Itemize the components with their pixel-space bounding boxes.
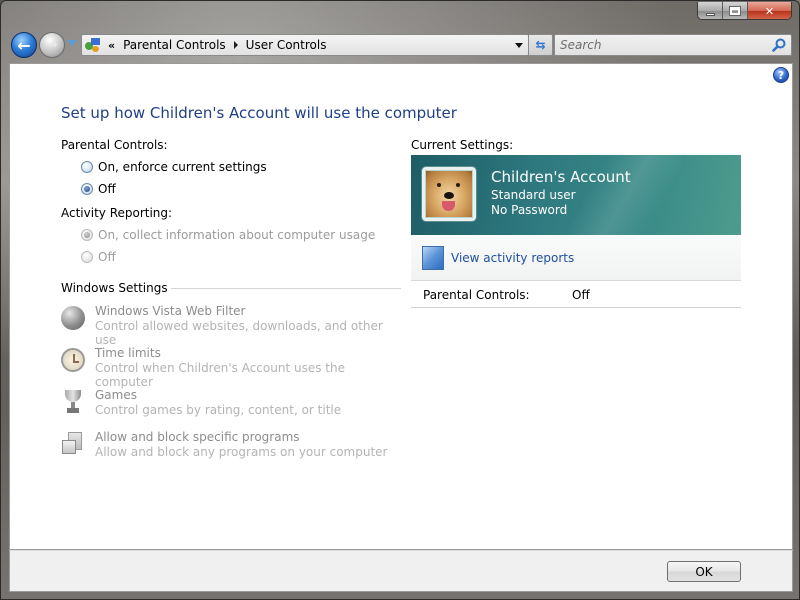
close-icon: ✕ xyxy=(764,4,775,18)
parental-controls-label: Parental Controls: xyxy=(61,138,168,152)
parental-controls-status-row: Parental Controls: Off xyxy=(411,282,741,308)
setting-title: Allow and block specific programs xyxy=(95,430,300,444)
globe-icon xyxy=(61,306,85,330)
forward-arrow-icon: → xyxy=(46,37,58,53)
setting-title: Windows Vista Web Filter xyxy=(95,304,246,318)
report-notebook-icon xyxy=(422,246,444,270)
recent-pages-dropdown[interactable] xyxy=(67,40,77,46)
setting-games: Games Control games by rating, content, … xyxy=(61,388,401,424)
setting-description: Control games by rating, content, or tit… xyxy=(95,403,342,417)
refresh-button[interactable]: ⇆ xyxy=(529,34,553,56)
radio-label: On, collect information about computer u… xyxy=(98,228,376,242)
programs-icon xyxy=(61,432,85,456)
help-icon[interactable]: ? xyxy=(773,67,789,83)
windows-settings-header: Windows Settings xyxy=(61,281,401,295)
account-card: Children's Account Standard user No Pass… xyxy=(411,155,741,235)
close-button[interactable]: ✕ xyxy=(748,2,791,19)
divider xyxy=(170,287,401,289)
status-value: Off xyxy=(572,288,590,302)
activity-reporting-label: Activity Reporting: xyxy=(61,206,173,220)
maximize-button[interactable] xyxy=(723,2,748,19)
radio-button[interactable] xyxy=(81,161,93,173)
parental-controls-off-option[interactable]: Off xyxy=(81,182,116,196)
setting-programs: Allow and block specific programs Allow … xyxy=(61,430,401,466)
setting-web-filter: Windows Vista Web Filter Control allowed… xyxy=(61,304,401,347)
button-bar: OK xyxy=(9,550,793,592)
search-icon[interactable] xyxy=(772,38,786,52)
caption-buttons: ✕ xyxy=(697,2,792,20)
setting-title: Time limits xyxy=(95,346,161,360)
avatar xyxy=(422,167,476,221)
setting-description: Allow and block any programs on your com… xyxy=(95,445,388,459)
radio-button[interactable] xyxy=(81,183,93,195)
radio-button xyxy=(81,251,93,263)
control-panel-icon xyxy=(84,36,102,54)
search-input[interactable] xyxy=(555,35,755,55)
setting-title: Games xyxy=(95,388,137,402)
breadcrumb-separator-icon[interactable] xyxy=(233,41,238,49)
status-label: Parental Controls: xyxy=(423,288,530,302)
trophy-icon xyxy=(61,390,85,414)
setting-time-limits: Time limits Control when Children's Acco… xyxy=(61,346,401,389)
account-type: Standard user xyxy=(491,188,576,202)
current-settings-label: Current Settings: xyxy=(411,138,514,152)
back-arrow-icon: ← xyxy=(17,35,31,55)
radio-label: Off xyxy=(98,182,116,196)
window-frame: ✕ ← → « Parental Controls User Controls … xyxy=(0,0,800,600)
setting-description: Control allowed websites, downloads, and… xyxy=(95,319,383,347)
refresh-icon: ⇆ xyxy=(535,38,546,52)
password-status: No Password xyxy=(491,203,568,217)
windows-settings-title: Windows Settings xyxy=(61,281,168,295)
search-box[interactable] xyxy=(554,34,792,56)
page-title: Set up how Children's Account will use t… xyxy=(61,104,457,122)
ok-button[interactable]: OK xyxy=(667,561,741,582)
minimize-icon xyxy=(705,12,715,16)
maximize-icon xyxy=(730,7,740,15)
breadcrumb-parental-controls[interactable]: Parental Controls xyxy=(123,38,226,52)
activity-reporting-on-option: On, collect information about computer u… xyxy=(81,228,375,242)
content-area: ? Set up how Children's Account will use… xyxy=(9,63,793,550)
address-dropdown-icon[interactable] xyxy=(515,43,523,48)
breadcrumb-user-controls[interactable]: User Controls xyxy=(246,38,327,52)
minimize-button[interactable] xyxy=(698,2,723,19)
parental-controls-on-option[interactable]: On, enforce current settings xyxy=(81,160,267,174)
navigation-bar: ← → « Parental Controls User Controls ⇆ xyxy=(9,31,792,59)
forward-button[interactable]: → xyxy=(39,32,65,58)
view-activity-reports-link[interactable]: View activity reports xyxy=(451,251,574,265)
activity-reports-row: View activity reports xyxy=(411,235,741,281)
radio-label: Off xyxy=(98,250,116,264)
back-button[interactable]: ← xyxy=(11,32,37,58)
account-name: Children's Account xyxy=(491,168,631,186)
breadcrumb-overflow[interactable]: « xyxy=(108,39,115,52)
radio-label: On, enforce current settings xyxy=(98,160,267,174)
radio-button xyxy=(81,229,93,241)
stopwatch-icon xyxy=(61,348,85,372)
activity-reporting-off-option: Off xyxy=(81,250,116,264)
address-bar[interactable]: « Parental Controls User Controls xyxy=(81,34,529,56)
setting-description: Control when Children's Account uses the… xyxy=(95,361,345,389)
